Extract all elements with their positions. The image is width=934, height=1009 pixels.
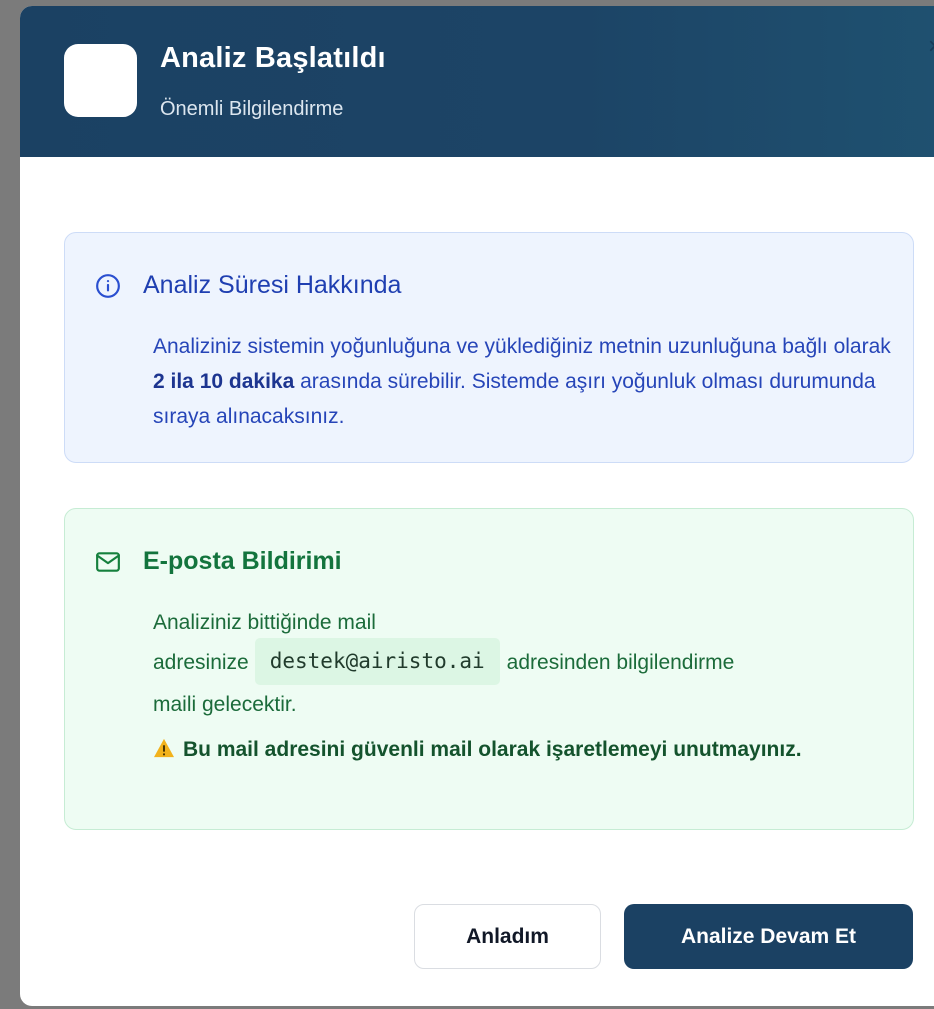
dialog-subtitle: Önemli Bilgilendirme [160,98,344,120]
email-text-before: adresinize [153,651,249,675]
email-notification-title: E-posta Bildirimi [143,547,342,575]
dialog-header: Analiz Başlatıldı Önemli Bilgilendirme × [20,6,934,157]
understood-button[interactable]: Anladım [414,904,601,969]
analysis-duration-text-part1: Analiziniz sistemin yoğunluğuna ve yükle… [153,335,891,358]
email-notification-card: E-posta Bildirimi Analiziniz bittiğinde … [64,508,914,830]
continue-analysis-button[interactable]: Analize Devam Et [624,904,913,969]
mail-envelope-icon [95,549,121,575]
analysis-duration-text: Analiziniz sistemin yoğunluğuna ve yükle… [153,329,893,434]
info-circle-icon [95,273,121,299]
warning-triangle-icon [153,731,175,769]
email-text-after: adresinden bilgilendirme [506,651,735,675]
safe-sender-warning-text: Bu mail adresini güvenli mail olarak işa… [183,738,802,761]
email-text-line1: Analiziniz bittiğinde mail [153,611,376,634]
analysis-duration-range: 2 ila 10 dakika [153,370,295,393]
email-text-line2: adresinize destek@airisto.ai adresinden bi… [153,638,893,687]
header-logo-box [64,44,137,117]
email-address-chip: destek@airisto.ai [254,638,500,685]
analysis-duration-card: Analiz Süresi Hakkında Analiziniz sistem… [64,232,914,463]
close-icon[interactable]: × [922,34,934,60]
email-notification-text: Analiziniz bittiğinde mail adresinize des… [153,605,893,722]
analysis-started-dialog: Analiz Başlatıldı Önemli Bilgilendirme ×… [20,6,934,1006]
analysis-duration-card-header: Analiz Süresi Hakkında [95,271,401,300]
safe-sender-warning: Bu mail adresini güvenli mail olarak işa… [153,731,873,769]
email-text-line3: maili gelecektir. [153,693,297,716]
email-notification-card-header: E-posta Bildirimi [95,547,342,576]
analysis-duration-title: Analiz Süresi Hakkında [143,271,402,299]
dialog-title: Analiz Başlatıldı [160,42,386,74]
